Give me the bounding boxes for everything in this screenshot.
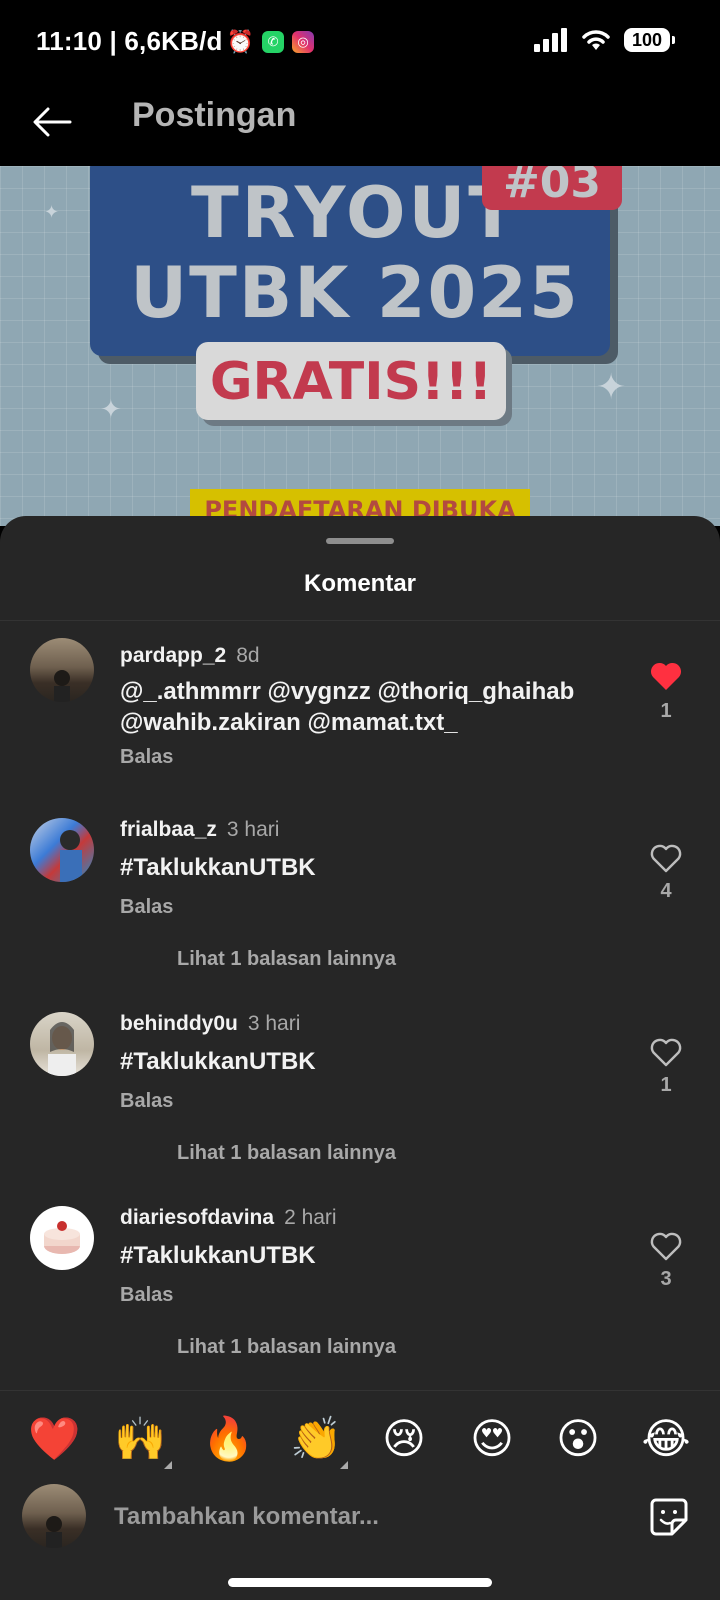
post-line-2: UTBK 2025	[130, 252, 580, 334]
comment-time: 3 hari	[247, 1012, 301, 1035]
comment-text: #TaklukkanUTBK	[120, 1048, 316, 1075]
instagram-icon: ◎	[292, 30, 315, 53]
comment-time: 2 hari	[284, 1206, 337, 1229]
gratis-label: GRATIS!!!	[196, 342, 506, 420]
heart-outline-icon[interactable]	[648, 1036, 684, 1068]
sticker-icon[interactable]	[648, 1496, 690, 1538]
comment-username[interactable]: pardapp_2	[120, 644, 226, 667]
avatar[interactable]	[30, 1012, 94, 1076]
view-more-replies[interactable]: Lihat 1 balasan lainnya	[177, 1336, 396, 1359]
comment-meta: behinddy0u 3 hari	[120, 1012, 300, 1036]
reply-button[interactable]: Balas	[120, 1284, 173, 1307]
sparkle-icon: ✦	[100, 394, 122, 424]
like-count: 1	[660, 1074, 672, 1096]
status-left: 11:10 | 6,6KB/d ⏰ ✆ ◎	[36, 26, 315, 57]
skin-tone-corner-icon	[340, 1461, 348, 1469]
divider	[0, 620, 720, 621]
whatsapp-icon: ✆	[262, 30, 285, 53]
battery-indicator: 100	[624, 28, 675, 52]
comment-username[interactable]: frialbaa_z	[120, 818, 217, 841]
raising-hands-emoji: 🙌	[114, 1414, 167, 1463]
heart-outline-icon[interactable]	[648, 842, 684, 874]
comment-time: 3 hari	[226, 818, 280, 841]
heart-emoji-button[interactable]: ❤️	[28, 1413, 80, 1465]
heart-eyes-emoji-button[interactable]: 😍	[466, 1413, 518, 1465]
avatar[interactable]	[30, 638, 94, 702]
emoji-reaction-bar: ❤️ 🙌 🔥 👏 😢 😍 😮 😂	[0, 1390, 720, 1471]
view-more-replies[interactable]: Lihat 1 balasan lainnya	[177, 948, 396, 971]
raising-hands-emoji-button[interactable]: 🙌	[114, 1413, 172, 1469]
signal-icon	[534, 28, 567, 52]
skin-tone-corner-icon	[164, 1461, 172, 1469]
heart-outline-icon[interactable]	[648, 1230, 684, 1262]
status-right: 100	[534, 28, 675, 52]
avatar[interactable]	[30, 1206, 94, 1270]
crying-emoji-button[interactable]: 😢	[378, 1413, 430, 1465]
comment-text: #TaklukkanUTBK	[120, 1242, 316, 1269]
comment-meta: pardapp_2 8d	[120, 644, 260, 668]
comment-username[interactable]: diariesofdavina	[120, 1206, 274, 1229]
sparkle-icon: ✦	[44, 202, 60, 222]
comment-input[interactable]	[112, 1492, 616, 1542]
post-image: ✦ ✦ ✦ TRYOUT UTBK 2025 #03 GRATIS!!! PEN…	[0, 166, 720, 526]
back-arrow-icon[interactable]	[30, 100, 74, 144]
my-avatar	[22, 1484, 86, 1548]
reply-button[interactable]: Balas	[120, 1090, 173, 1113]
like-count: 4	[660, 880, 672, 902]
header: Postingan	[0, 84, 720, 166]
sheet-title: Komentar	[303, 570, 417, 597]
wifi-icon	[582, 30, 610, 50]
status-bar: 11:10 | 6,6KB/d ⏰ ✆ ◎ 100	[0, 0, 720, 84]
edition-badge: #03	[482, 166, 622, 210]
comment-input-row	[0, 1470, 720, 1570]
view-more-replies[interactable]: Lihat 1 balasan lainnya	[177, 1142, 396, 1165]
comment-time: 8d	[236, 644, 260, 667]
avatar[interactable]	[30, 818, 94, 882]
status-time: 11:10 | 6,6KB/d	[36, 26, 223, 56]
sheet-drag-handle[interactable]	[326, 538, 394, 544]
comment-meta: frialbaa_z 3 hari	[120, 818, 279, 842]
fire-emoji-button[interactable]: 🔥	[202, 1413, 254, 1465]
surprised-emoji-button[interactable]: 😮	[552, 1413, 604, 1465]
comment-text: #TaklukkanUTBK	[120, 854, 316, 881]
home-indicator[interactable]	[228, 1578, 492, 1587]
page-title: Postingan	[132, 96, 297, 134]
reply-button[interactable]: Balas	[120, 746, 173, 769]
sparkle-icon: ✦	[596, 366, 627, 407]
heart-filled-icon[interactable]	[648, 660, 684, 692]
comment-text: @_.athmmrr @vygnzz @thoriq_ghaihab @wahi…	[120, 678, 575, 736]
battery-level: 100	[631, 29, 663, 50]
clapping-emoji: 👏	[290, 1414, 343, 1463]
reply-button[interactable]: Balas	[120, 896, 173, 919]
clapping-emoji-button[interactable]: 👏	[290, 1413, 348, 1469]
like-count: 1	[660, 700, 672, 722]
laughing-emoji-button[interactable]: 😂	[640, 1413, 692, 1465]
comment-meta: diariesofdavina 2 hari	[120, 1206, 337, 1230]
comment-username[interactable]: behinddy0u	[120, 1012, 238, 1035]
like-count: 3	[660, 1268, 672, 1290]
alarm-icon: ⏰	[226, 28, 255, 54]
